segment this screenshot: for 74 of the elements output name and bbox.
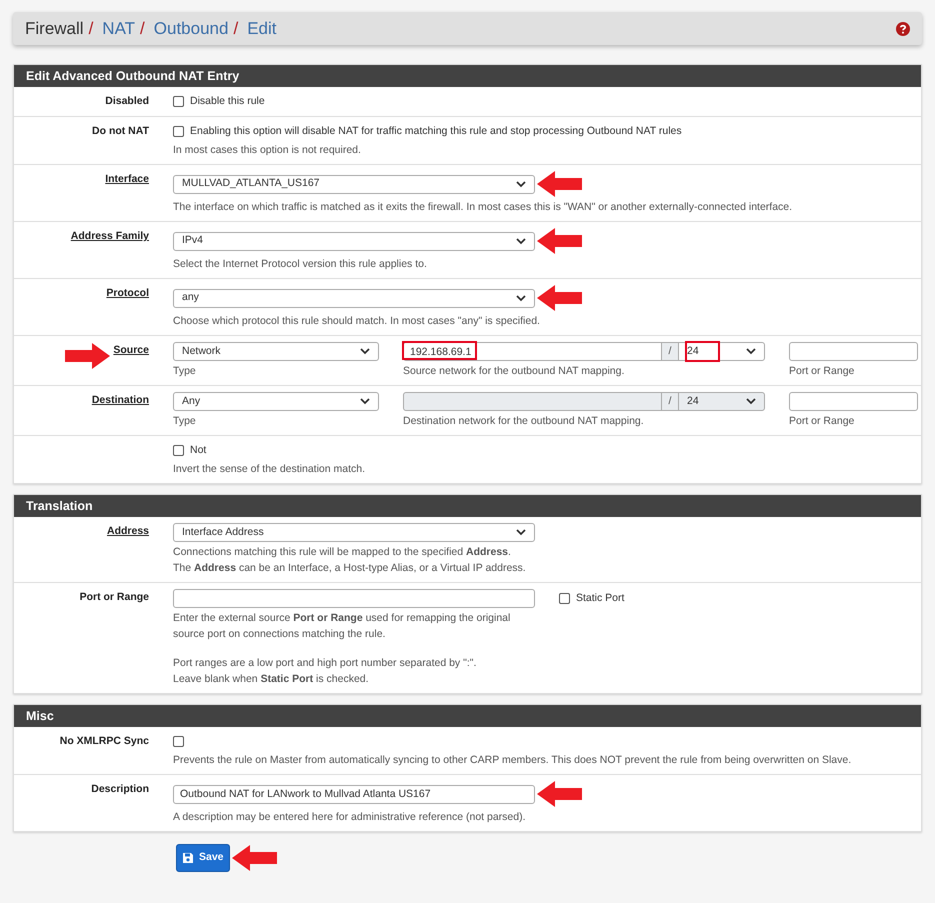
checkbox-label: Enabling this option will disable NAT for traffic matching this rule and stop processing Outbound NAT rules xyxy=(190,124,682,139)
help-text: Type xyxy=(173,414,197,429)
breadcrumb-separator: / xyxy=(140,18,145,40)
chevron-down-icon xyxy=(516,238,526,244)
chevron-down-icon xyxy=(516,294,526,302)
type-select[interactable]: Any xyxy=(173,392,379,411)
help-text: A description may be entered here for administrative reference (not parsed). xyxy=(173,810,527,825)
field-label: Port or Range xyxy=(80,590,149,605)
panel-header: Misc xyxy=(14,705,921,727)
text-field[interactable]: Outbound NAT for LANwork to Mullvad Atlanta US167 xyxy=(173,784,535,804)
network-field[interactable]: 192.168.69.1 xyxy=(403,342,662,361)
field-label: Disabled xyxy=(105,94,149,109)
help-text: Source network for the outbound NAT mapping. xyxy=(403,364,626,379)
chevron-down-icon xyxy=(360,348,370,355)
breadcrumb-separator: / xyxy=(233,18,238,40)
help-text: Port ranges are a low port and high port number separated by ":". xyxy=(173,656,478,671)
help-text: Type xyxy=(173,364,197,379)
breadcrumb-text: Firewall xyxy=(25,18,84,40)
field-label: Interface xyxy=(105,172,149,187)
help-text: In most cases this option is not required. xyxy=(173,143,362,158)
help-text: Select the Internet Protocol version this rule applies to. xyxy=(173,257,428,272)
mask-select[interactable]: 24 xyxy=(678,342,765,361)
checkbox-label: Disable this rule xyxy=(190,94,265,109)
slash-addon: / xyxy=(662,342,678,361)
field-label: Description xyxy=(91,782,149,797)
slash-addon: / xyxy=(662,392,678,411)
type-select[interactable]: Network xyxy=(173,342,379,361)
checkbox[interactable] xyxy=(173,736,184,747)
chevron-down-icon xyxy=(360,398,370,405)
checkbox[interactable] xyxy=(173,96,184,107)
text-field[interactable] xyxy=(173,589,535,608)
help-text: Destination network for the outbound NAT mapping. xyxy=(403,414,645,429)
port-field[interactable] xyxy=(789,392,918,411)
help-text: Port or Range xyxy=(789,414,856,429)
field-label: Address xyxy=(106,524,149,539)
checkbox[interactable] xyxy=(173,445,184,456)
breadcrumb-link[interactable]: NAT xyxy=(102,16,136,42)
help-text: Choose which protocol this rule should match. In most cases "any" is specified. xyxy=(173,314,541,329)
port-field[interactable] xyxy=(789,342,918,361)
help-text: Enter the external source Port or Range used for remapping the original xyxy=(173,611,512,626)
field-label: Address Family xyxy=(70,229,149,244)
dropdown-select[interactable]: IPv4 xyxy=(173,232,535,250)
chevron-down-icon xyxy=(516,529,526,536)
chevron-down-icon xyxy=(516,180,526,188)
checkbox[interactable] xyxy=(559,593,570,604)
field-label: No XMLRPC Sync xyxy=(60,734,149,749)
dropdown-select[interactable]: Interface Address xyxy=(173,523,535,542)
checkbox-label: Static Port xyxy=(576,590,624,606)
field-label: Destination xyxy=(92,393,149,408)
help-icon[interactable] xyxy=(896,22,910,36)
field-label: Do not NAT xyxy=(92,124,149,139)
help-text: Leave blank when Static Port is checked. xyxy=(173,672,370,687)
breadcrumb-separator: / xyxy=(88,18,94,40)
dropdown-select[interactable]: any xyxy=(173,288,535,308)
field-label: Protocol xyxy=(106,286,149,301)
panel-header: Translation xyxy=(14,495,921,517)
dropdown-select[interactable]: MULLVAD_ATLANTA_US167 xyxy=(173,174,535,194)
breadcrumb-link[interactable]: Edit xyxy=(247,16,276,42)
help-text: Connections matching this rule will be mapped to the specified Address. xyxy=(173,545,512,560)
breadcrumb-link[interactable]: Outbound xyxy=(154,16,228,42)
save-button[interactable]: Save xyxy=(176,844,230,872)
help-text: The Address can be an Interface, a Host-type Alias, or a Virtual IP address. xyxy=(173,561,527,576)
checkbox-label: Not xyxy=(190,442,206,458)
help-text: source port on connections matching the rule. xyxy=(173,627,386,642)
help-text: Prevents the rule on Master from automatically syncing to other CARP members. This does NOT prevent the rule from being overwritten on Slave. xyxy=(173,753,852,768)
help-text: Invert the sense of the destination match. xyxy=(173,462,366,477)
checkbox[interactable] xyxy=(173,126,184,137)
help-text: Port or Range xyxy=(789,364,856,379)
mask-select[interactable]: 24 xyxy=(678,392,765,411)
help-text: The interface on which traffic is matched as it exits the firewall. In most cases this is "WAN" or another externally-connected interface. xyxy=(173,200,792,215)
chevron-down-icon xyxy=(746,348,756,355)
panel-header: Edit Advanced Outbound NAT Entry xyxy=(14,65,921,87)
field-label: Source xyxy=(113,343,149,358)
chevron-down-icon xyxy=(746,398,756,405)
